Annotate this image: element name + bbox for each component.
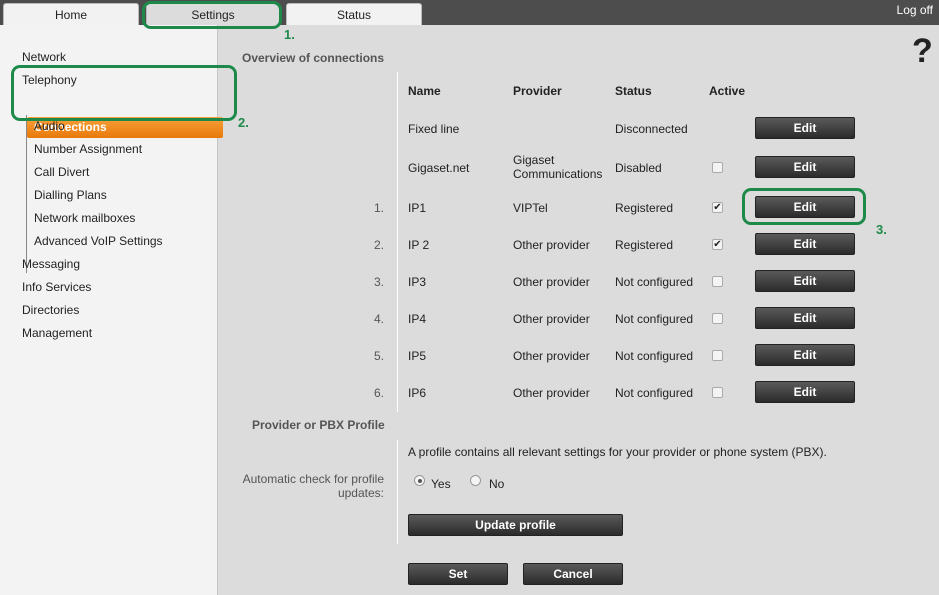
row-number: 5. [373, 349, 384, 363]
help-icon[interactable]: ? [912, 32, 933, 71]
edit-button[interactable]: Edit [755, 307, 855, 329]
col-provider: Provider [513, 84, 562, 98]
tab-settings[interactable]: Settings [146, 3, 280, 25]
row-name: IP1 [408, 201, 427, 215]
annotation-label-3: 3. [876, 222, 887, 237]
row-status: Disconnected [615, 122, 688, 136]
edit-button[interactable]: Edit [755, 381, 855, 403]
radio-no[interactable] [470, 475, 481, 486]
sidebar: Network Telephony Connections Audio Numb… [0, 25, 223, 595]
col-name: Name [408, 84, 441, 98]
row-name: IP6 [408, 386, 427, 400]
sidebar-item-dialling-plans[interactable]: Dialling Plans [34, 188, 107, 202]
profile-description: A profile contains all relevant settings… [408, 445, 827, 459]
row-provider: VIPTel [513, 201, 548, 215]
sidebar-item-audio[interactable]: Audio [34, 119, 65, 133]
profile-title: Provider or PBX Profile [252, 418, 385, 432]
row-provider: Other provider [513, 349, 590, 363]
auto-check-label: Automatic check for profile updates: [242, 472, 384, 500]
set-button[interactable]: Set [408, 563, 508, 585]
row-name: Gigaset.net [408, 161, 470, 175]
row-number: 3. [373, 275, 384, 289]
logoff-link[interactable]: Log off [897, 3, 933, 17]
cancel-button[interactable]: Cancel [523, 563, 623, 585]
edit-button[interactable]: Edit [755, 344, 855, 366]
row-provider: Other provider [513, 312, 590, 326]
col-status: Status [615, 84, 652, 98]
col-active: Active [709, 84, 746, 98]
active-checkbox[interactable] [712, 387, 723, 398]
row-status: Disabled [615, 161, 662, 175]
sidebar-item-network[interactable]: Network [22, 50, 66, 64]
row-name: IP5 [408, 349, 427, 363]
active-checkbox[interactable] [712, 350, 723, 361]
row-status: Registered [615, 238, 674, 252]
row-provider: Other provider [513, 386, 590, 400]
edit-button[interactable]: Edit [755, 196, 855, 218]
row-number: 4. [373, 312, 384, 326]
sidebar-item-management[interactable]: Management [22, 326, 92, 340]
subnav-divider [26, 115, 27, 273]
row-number: 1. [373, 201, 384, 215]
row-provider: Gigaset Communications [513, 153, 603, 181]
row-status: Registered [615, 201, 674, 215]
active-checkbox-checked[interactable]: ✔ [712, 239, 723, 250]
edit-button[interactable]: Edit [755, 117, 855, 139]
overview-title: Overview of connections [242, 51, 385, 65]
row-provider: Other provider [513, 238, 590, 252]
tab-status[interactable]: Status [286, 3, 422, 25]
active-checkbox[interactable] [712, 162, 723, 173]
sidebar-item-messaging[interactable]: Messaging [22, 257, 80, 271]
active-checkbox[interactable] [712, 313, 723, 324]
sidebar-item-call-divert[interactable]: Call Divert [34, 165, 89, 179]
top-bar: Home Settings Status Log off [0, 0, 939, 25]
table-divider [397, 72, 398, 412]
row-name: IP3 [408, 275, 427, 289]
row-number: 2. [373, 238, 384, 252]
row-status: Not configured [615, 275, 694, 289]
edit-button[interactable]: Edit [755, 156, 855, 178]
sidebar-item-number-assignment[interactable]: Number Assignment [34, 142, 142, 156]
sidebar-item-info-services[interactable]: Info Services [22, 280, 91, 294]
radio-yes[interactable] [414, 475, 425, 486]
annotation-label-2: 2. [238, 115, 249, 130]
edit-button[interactable]: Edit [755, 233, 855, 255]
active-checkbox-checked[interactable]: ✔ [712, 202, 723, 213]
row-status: Not configured [615, 386, 694, 400]
sidebar-item-advanced-voip[interactable]: Advanced VoIP Settings [34, 234, 163, 248]
row-number: 6. [373, 386, 384, 400]
radio-selected-dot [418, 479, 422, 483]
row-provider: Other provider [513, 275, 590, 289]
radio-yes-label: Yes [431, 477, 451, 491]
row-name: Fixed line [408, 122, 460, 136]
tab-home[interactable]: Home [3, 3, 139, 25]
sidebar-item-network-mailboxes[interactable]: Network mailboxes [34, 211, 135, 225]
row-name: IP4 [408, 312, 427, 326]
sidebar-item-directories[interactable]: Directories [22, 303, 79, 317]
radio-no-label: No [489, 477, 505, 491]
annotation-label-1: 1. [284, 27, 295, 42]
update-profile-button[interactable]: Update profile [408, 514, 623, 536]
active-checkbox[interactable] [712, 276, 723, 287]
row-status: Not configured [615, 312, 694, 326]
sidebar-item-telephony[interactable]: Telephony [22, 73, 77, 87]
row-status: Not configured [615, 349, 694, 363]
row-name: IP 2 [408, 238, 430, 252]
profile-divider [397, 440, 398, 544]
edit-button[interactable]: Edit [755, 270, 855, 292]
